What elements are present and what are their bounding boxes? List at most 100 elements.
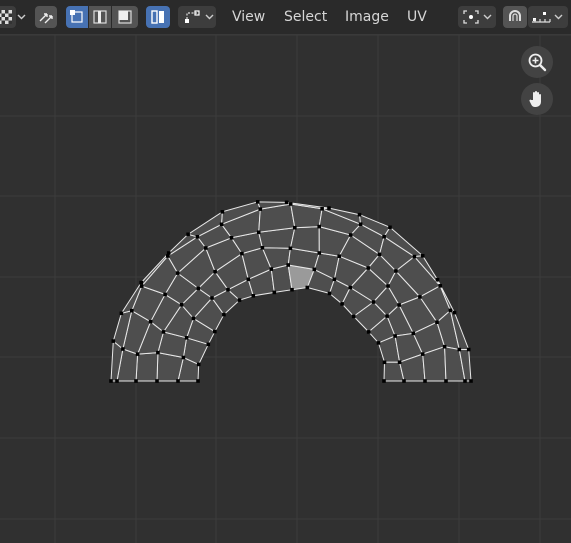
uv-vertex[interactable] bbox=[371, 300, 376, 304]
uv-vertex[interactable] bbox=[385, 314, 389, 318]
island-select-mode-button[interactable] bbox=[146, 6, 170, 28]
uv-vertex[interactable] bbox=[195, 235, 200, 239]
uv-vertex[interactable] bbox=[258, 207, 263, 211]
chevron-down-icon[interactable] bbox=[17, 6, 27, 28]
uv-vertex[interactable] bbox=[196, 379, 200, 383]
uv-vertex[interactable] bbox=[305, 285, 310, 290]
uv-vertex[interactable] bbox=[382, 379, 386, 383]
selection-mode-dropdown[interactable] bbox=[178, 6, 216, 28]
uv-vertex[interactable] bbox=[469, 379, 473, 383]
face-select-mode-button[interactable] bbox=[112, 6, 138, 28]
uv-vertex[interactable] bbox=[119, 311, 124, 316]
edge-select-mode-button[interactable] bbox=[89, 6, 111, 28]
uv-vertex[interactable] bbox=[166, 251, 171, 255]
uv-vertex[interactable] bbox=[435, 320, 439, 324]
uv-vertex[interactable] bbox=[320, 207, 324, 211]
uv-vertex[interactable] bbox=[255, 200, 260, 204]
uv-vertex[interactable] bbox=[115, 379, 119, 383]
snap-toggle-button[interactable] bbox=[503, 6, 527, 28]
uv-vertex[interactable] bbox=[382, 234, 386, 239]
uv-vertex[interactable] bbox=[397, 303, 401, 307]
uv-vertex[interactable] bbox=[348, 285, 353, 290]
uv-vertex[interactable] bbox=[139, 280, 143, 285]
uv-vertex[interactable] bbox=[288, 202, 293, 206]
uv-vertex[interactable] bbox=[466, 347, 471, 352]
uv-vertex[interactable] bbox=[237, 298, 242, 302]
menu-uv[interactable]: UV bbox=[407, 9, 427, 25]
uv-vertex[interactable] bbox=[358, 222, 363, 226]
uv-vertex[interactable] bbox=[448, 308, 453, 313]
uv-vertex[interactable] bbox=[130, 308, 134, 313]
uv-vertex[interactable] bbox=[196, 286, 201, 291]
uv-vertex[interactable] bbox=[317, 251, 322, 255]
uv-vertex[interactable] bbox=[442, 344, 447, 349]
uv-vertex[interactable] bbox=[397, 360, 402, 364]
uv-vertex[interactable] bbox=[226, 287, 230, 292]
uv-vertex[interactable] bbox=[366, 330, 371, 334]
uv-vertex[interactable] bbox=[111, 339, 116, 343]
uv-vertex[interactable] bbox=[175, 271, 180, 275]
menu-view[interactable]: View bbox=[232, 9, 265, 25]
uv-vertex[interactable] bbox=[337, 254, 341, 258]
uv-vertex[interactable] bbox=[219, 222, 224, 227]
uv-vertex[interactable] bbox=[260, 246, 265, 250]
menu-image[interactable]: Image bbox=[345, 9, 389, 25]
uv-vertex[interactable] bbox=[420, 254, 425, 258]
uv-vertex[interactable] bbox=[176, 379, 180, 383]
uv-vertex[interactable] bbox=[220, 210, 225, 214]
uv-vertex[interactable] bbox=[246, 277, 251, 282]
uv-vertex[interactable] bbox=[184, 336, 189, 340]
uv-vertex[interactable] bbox=[213, 269, 217, 274]
editor-type-button[interactable] bbox=[0, 6, 16, 28]
uv-vertex[interactable] bbox=[191, 316, 196, 321]
uv-sync-selection-button[interactable] bbox=[35, 6, 57, 28]
uv-vertex[interactable] bbox=[290, 287, 294, 292]
uv-vertex[interactable] bbox=[163, 292, 167, 297]
uv-vertex[interactable] bbox=[376, 341, 381, 345]
uv-vertex[interactable] bbox=[269, 267, 274, 271]
uv-vertex[interactable] bbox=[351, 314, 356, 319]
uv-vertex[interactable] bbox=[251, 294, 256, 298]
zoom-button[interactable] bbox=[521, 46, 553, 78]
uv-vertex[interactable] bbox=[366, 266, 370, 270]
uv-vertex[interactable] bbox=[206, 342, 211, 347]
uv-vertex[interactable] bbox=[229, 236, 234, 240]
uv-vertex[interactable] bbox=[423, 379, 427, 383]
uv-vertex[interactable] bbox=[288, 246, 293, 251]
uv-vertex[interactable] bbox=[179, 303, 184, 307]
uv-vertex[interactable] bbox=[340, 302, 344, 306]
uv-vertex[interactable] bbox=[393, 334, 397, 338]
uv-vertex[interactable] bbox=[161, 330, 166, 334]
uv-vertex[interactable] bbox=[386, 284, 390, 288]
uv-vertex[interactable] bbox=[332, 277, 337, 282]
uv-vertex[interactable] bbox=[435, 277, 440, 282]
uv-vertex[interactable] bbox=[317, 224, 321, 229]
uv-vertex[interactable] bbox=[286, 263, 290, 267]
uv-vertex[interactable] bbox=[457, 347, 462, 352]
uv-vertex[interactable] bbox=[452, 310, 457, 315]
uv-vertex[interactable] bbox=[181, 355, 186, 360]
uv-vertex[interactable] bbox=[272, 290, 277, 295]
uv-mesh[interactable] bbox=[0, 35, 571, 543]
uv-vertex[interactable] bbox=[134, 379, 138, 383]
uv-face[interactable] bbox=[289, 226, 320, 254]
uv-vertex[interactable] bbox=[121, 347, 125, 351]
uv-vertex[interactable] bbox=[213, 329, 217, 334]
uv-vertex[interactable] bbox=[155, 379, 159, 383]
uv-vertex[interactable] bbox=[327, 291, 332, 296]
uv-vertex[interactable] bbox=[418, 295, 422, 299]
menu-select[interactable]: Select bbox=[284, 9, 327, 25]
uv-vertex[interactable] bbox=[284, 200, 289, 205]
uv-vertex[interactable] bbox=[210, 296, 214, 300]
uv-vertex[interactable] bbox=[312, 267, 317, 272]
uv-vertex[interactable] bbox=[463, 379, 467, 383]
uv-vertex[interactable] bbox=[377, 252, 382, 257]
uv-vertex[interactable] bbox=[420, 352, 425, 356]
uv-vertex[interactable] bbox=[156, 350, 160, 355]
uv-face[interactable] bbox=[135, 352, 159, 382]
uv-vertex[interactable] bbox=[186, 232, 190, 237]
uv-vertex[interactable] bbox=[411, 331, 416, 336]
uv-vertex[interactable] bbox=[293, 225, 297, 230]
uv-vertex[interactable] bbox=[222, 312, 226, 317]
uv-vertex[interactable] bbox=[240, 251, 244, 256]
